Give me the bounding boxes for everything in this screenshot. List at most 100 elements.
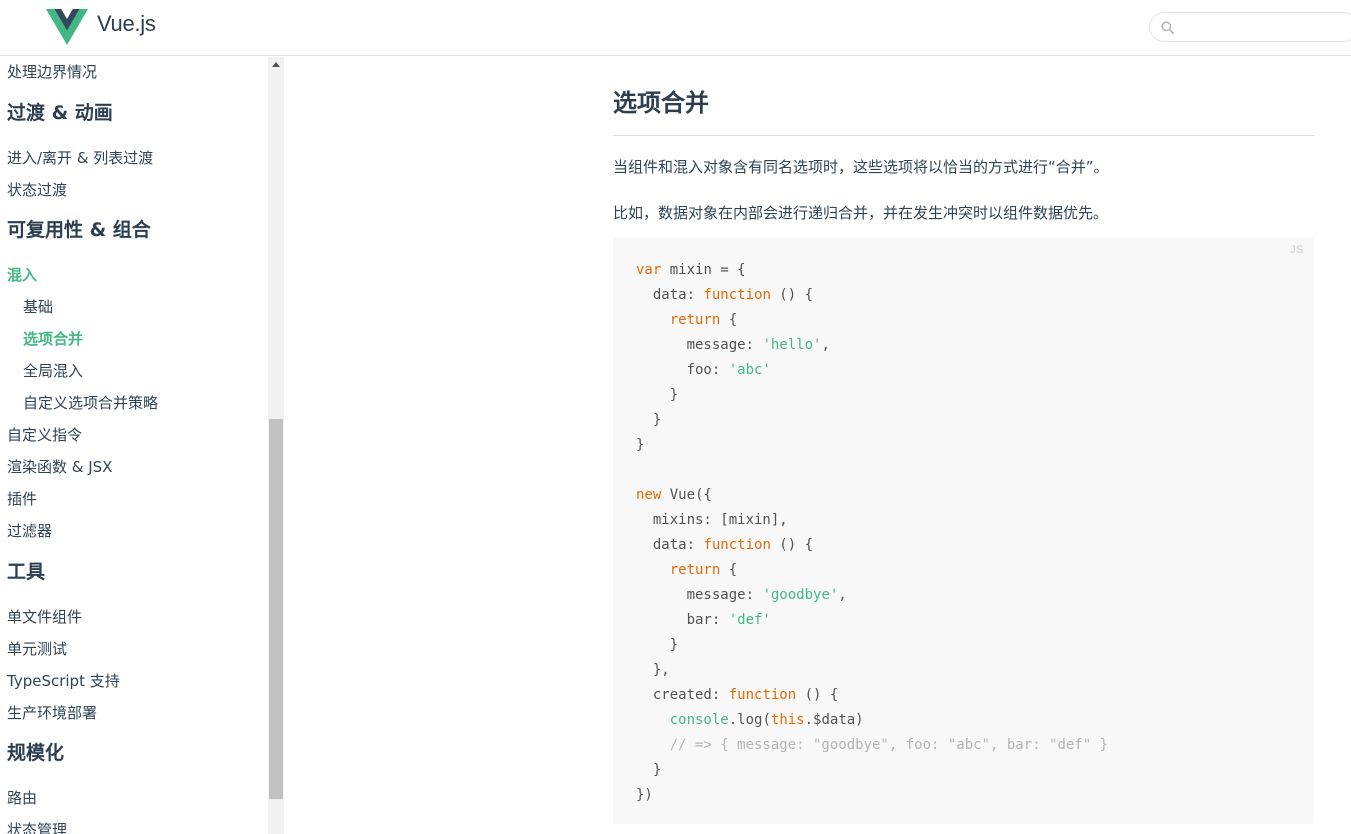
code-token: , [838,587,847,603]
code-token: function [703,287,771,303]
search-icon [1161,21,1174,34]
sidebar-heading-scaling: 规模化 [7,742,65,764]
code-token: this [770,712,805,728]
code-token: Vue({ [661,487,712,503]
code-line: } [636,433,1108,458]
scrollbar-thumb[interactable] [269,419,283,799]
code-token: { [720,312,738,328]
vue-logo-icon[interactable] [46,9,88,45]
code-line: } [636,633,1108,658]
paragraph-data-merge: 比如，数据对象在内部会进行递归合并，并在发生冲突时以组件数据优先。 [613,204,1109,222]
code-language-label: JS [1290,244,1304,256]
sidebar-heading-transitions: 过渡 & 动画 [7,102,113,124]
code-token: function [728,687,797,703]
code-line: } [636,758,1108,783]
sidebar-heading-tooling: 工具 [7,561,46,583]
code-line: return { [636,308,1108,333]
sidebar-item-enter-leave[interactable]: 进入/离开 & 列表过渡 [7,148,153,168]
code-token: foo: [636,362,729,378]
paragraph-merge-intro: 当组件和混入对象含有同名选项时，这些选项将以恰当的方式进行“合并”。 [613,158,1109,176]
sidebar-item-typescript[interactable]: TypeScript 支持 [7,671,120,691]
code-token: () { [770,287,814,303]
code-line: foo: 'abc' [636,358,1108,383]
code-line: } [636,408,1108,433]
code-line: message: 'goodbye', [636,583,1108,608]
code-token: } [636,637,679,653]
code-token: bar: [636,612,729,628]
code-token: return [669,562,721,578]
code-token: function [703,537,771,553]
code-token: 'def' [728,612,771,628]
section-title: 选项合并 [613,89,709,117]
sidebar-item-state-management[interactable]: 状态管理 [7,820,67,834]
code-token: console [669,712,729,728]
code-token: () { [796,687,839,703]
code-token: return [669,312,721,328]
code-token: } [636,437,645,453]
code-token: mixin = { [661,262,746,278]
code-token: .$data) [804,712,864,728]
sidebar-scrollbar[interactable] [268,57,284,834]
sidebar-item-custom-directive[interactable]: 自定义指令 [7,425,82,445]
code-token: data: [636,287,704,303]
code-token: var [636,262,662,278]
sidebar-item-state-transitions[interactable]: 状态过渡 [7,180,67,200]
sidebar-heading-reusability: 可复用性 & 组合 [7,219,151,241]
sidebar-item-mixins[interactable]: 混入 [7,265,37,285]
search-box[interactable] [1149,12,1351,42]
sidebar-item-filters[interactable]: 过滤器 [7,521,52,541]
sidebar-sub-basics[interactable]: 基础 [23,297,53,317]
code-token: 'abc' [728,362,771,378]
code-line: bar: 'def' [636,608,1108,633]
sidebar-sub-custom-merge[interactable]: 自定义选项合并策略 [23,393,158,413]
sidebar-item-edge-cases[interactable]: 处理边界情况 [7,62,97,82]
sidebar-nav: 处理边界情况 过渡 & 动画 进入/离开 & 列表过渡 状态过渡 可复用性 & … [0,57,268,834]
sidebar-sub-global-mixin[interactable]: 全局混入 [23,361,83,381]
code-token: // => { message: "goodbye", foo: "abc", … [669,737,1109,753]
sidebar-item-sfc[interactable]: 单文件组件 [7,607,82,627]
code-token: data: [636,537,704,553]
sidebar-item-deployment[interactable]: 生产环境部署 [7,703,97,723]
code-line: mixins: [mixin], [636,508,1108,533]
code-token: 'hello' [762,337,822,353]
code-line: } [636,383,1108,408]
brand-name[interactable]: Vue.js [97,11,156,37]
code-token: } [636,387,679,403]
code-token: () { [770,537,814,553]
code-token: mixins: [mixin], [636,512,788,528]
code-block: JS var mixin = { data: function () { ret… [613,238,1314,824]
code-token: }) [636,787,653,803]
code-line: return { [636,558,1108,583]
code-line: }, [636,658,1108,683]
sidebar-item-unit-testing[interactable]: 单元测试 [7,639,67,659]
code-token: created: [636,687,729,703]
code-line: // => { message: "goodbye", foo: "abc", … [636,733,1108,758]
code-line: }) [636,783,1108,808]
sidebar-item-routing[interactable]: 路由 [7,788,37,808]
sidebar-sub-option-merging[interactable]: 选项合并 [23,329,83,349]
code-line: message: 'hello', [636,333,1108,358]
code-line: data: function () { [636,283,1108,308]
code-line: data: function () { [636,533,1108,558]
sidebar-item-plugins[interactable]: 插件 [7,489,37,509]
code-token: } [636,762,662,778]
code-line: new Vue({ [636,483,1108,508]
code-token: } [636,412,662,428]
code-token: message: [636,587,763,603]
code-token: message: [636,337,763,353]
code-token: }, [636,662,670,678]
search-input[interactable] [1180,17,1350,37]
code-line: console.log(this.$data) [636,708,1108,733]
sidebar-item-render-jsx[interactable]: 渲染函数 & JSX [7,457,112,477]
code-token: , [821,337,830,353]
code-token: { [720,562,738,578]
code-line: created: function () { [636,683,1108,708]
scroll-up-arrow-icon[interactable] [272,62,280,67]
code-token: 'goodbye' [762,587,839,603]
code-token: .log( [728,712,771,728]
